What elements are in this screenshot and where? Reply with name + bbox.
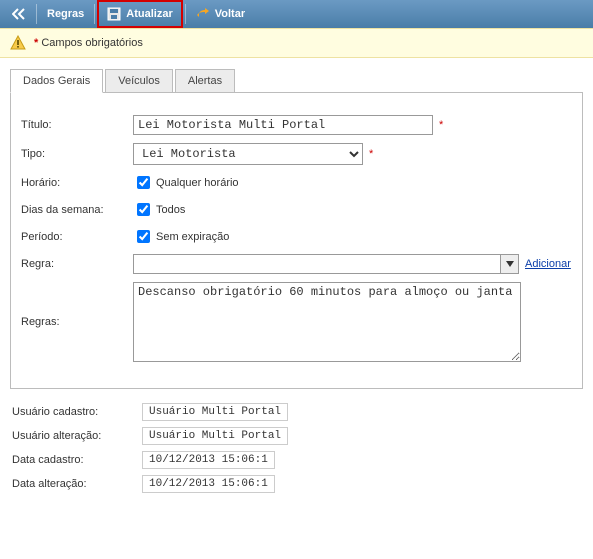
- horario-label: Horário:: [21, 177, 133, 189]
- data-alteracao-value: 10/12/2013 15:06:1: [142, 475, 275, 493]
- toolbar: Regras Atualizar Voltar: [0, 0, 593, 28]
- periodo-checkbox[interactable]: [137, 230, 150, 243]
- tab-veiculos[interactable]: Veículos: [105, 69, 173, 93]
- usuario-cadastro-label: Usuário cadastro:: [12, 406, 142, 418]
- horario-checkbox-label: Qualquer horário: [156, 177, 239, 189]
- regras-label: Regras: [47, 8, 84, 20]
- back-arrow-icon: [196, 7, 210, 21]
- toolbar-separator: [185, 4, 186, 24]
- tab-dados-gerais[interactable]: Dados Gerais: [10, 69, 103, 93]
- chevron-down-icon: [506, 261, 514, 267]
- meta-section: Usuário cadastro: Usuário Multi Portal U…: [10, 403, 583, 493]
- titulo-input[interactable]: [133, 115, 433, 135]
- periodo-checkbox-label: Sem expiração: [156, 231, 229, 243]
- regras-button[interactable]: Regras: [39, 0, 92, 28]
- atualizar-label: Atualizar: [126, 8, 172, 20]
- chevrons-left-icon: [12, 8, 26, 20]
- toolbar-separator: [94, 4, 95, 24]
- regras-label: Regras:: [21, 316, 133, 328]
- dias-checkbox-label: Todos: [156, 204, 185, 216]
- regra-label: Regra:: [21, 258, 133, 270]
- toolbar-separator: [36, 4, 37, 24]
- usuario-cadastro-value: Usuário Multi Portal: [142, 403, 288, 421]
- tab-strip: Dados Gerais Veículos Alertas: [10, 68, 583, 93]
- required-text: * Campos obrigatórios: [34, 37, 143, 49]
- regra-input[interactable]: [133, 254, 501, 274]
- usuario-alteracao-value: Usuário Multi Portal: [142, 427, 288, 445]
- dias-checkbox[interactable]: [137, 203, 150, 216]
- tipo-select[interactable]: Lei Motorista: [133, 143, 363, 165]
- periodo-label: Período:: [21, 231, 133, 243]
- regras-textarea[interactable]: [133, 282, 521, 362]
- tab-alertas[interactable]: Alertas: [175, 69, 235, 93]
- data-cadastro-label: Data cadastro:: [12, 454, 142, 466]
- required-bar: * Campos obrigatórios: [0, 28, 593, 58]
- voltar-button[interactable]: Voltar: [188, 0, 253, 28]
- tipo-label: Tipo:: [21, 148, 133, 160]
- dias-label: Dias da semana:: [21, 204, 133, 216]
- adicionar-link[interactable]: Adicionar: [525, 258, 571, 270]
- data-alteracao-label: Data alteração:: [12, 478, 142, 490]
- content-area: Dados Gerais Veículos Alertas Título: * …: [0, 58, 593, 509]
- collapse-button[interactable]: [4, 0, 34, 28]
- voltar-label: Voltar: [215, 8, 245, 20]
- titulo-label: Título:: [21, 119, 133, 131]
- required-asterisk: *: [439, 119, 443, 131]
- horario-checkbox[interactable]: [137, 176, 150, 189]
- regra-dropdown-button[interactable]: [501, 254, 519, 274]
- warning-icon: [10, 35, 26, 51]
- required-asterisk: *: [369, 148, 373, 160]
- tab-panel-dados-gerais: Título: * Tipo: Lei Motorista * Horário:…: [10, 93, 583, 389]
- data-cadastro-value: 10/12/2013 15:06:1: [142, 451, 275, 469]
- atualizar-button[interactable]: Atualizar: [97, 0, 182, 28]
- save-icon: [107, 7, 121, 21]
- usuario-alteracao-label: Usuário alteração:: [12, 430, 142, 442]
